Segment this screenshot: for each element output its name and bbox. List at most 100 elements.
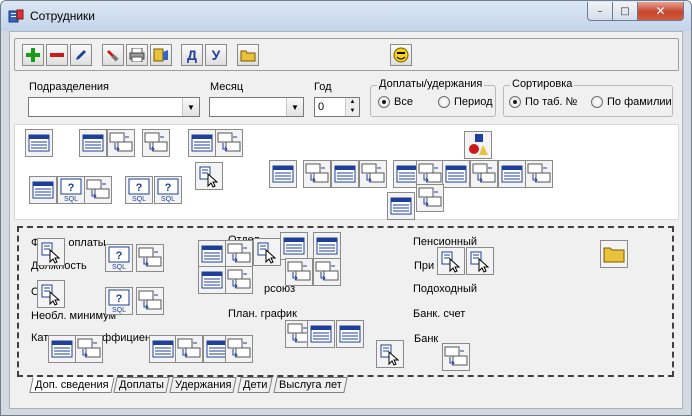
income-tax-label: Подоходный — [413, 283, 477, 295]
component-query[interactable]: ? SQL — [154, 176, 182, 204]
component-table[interactable] — [387, 192, 415, 220]
component-pointer[interactable] — [437, 247, 465, 275]
radio-label: Все — [394, 96, 413, 108]
component-folder[interactable] — [600, 240, 628, 268]
tab-label: Выслуга лет — [279, 379, 342, 391]
deductions-filter-button[interactable]: У — [205, 44, 227, 66]
data-pointer-icon — [376, 340, 404, 368]
datasource-icon — [285, 258, 313, 286]
year-spinner[interactable]: 0 ▲ ▼ — [314, 97, 360, 117]
title-bar[interactable]: Сотрудники – □ ✕ — [1, 1, 691, 31]
component-ds[interactable] — [313, 258, 341, 286]
component-pointer[interactable] — [466, 247, 494, 275]
component-table[interactable] — [498, 160, 526, 188]
component-table[interactable] — [79, 129, 107, 157]
component-table[interactable] — [313, 232, 341, 260]
component-ds[interactable] — [285, 258, 313, 286]
component-ds[interactable] — [175, 335, 203, 363]
component-ds[interactable] — [470, 160, 498, 188]
sort-group: Сортировка По таб. № По фамилии — [503, 78, 673, 117]
component-pointer[interactable] — [37, 280, 65, 308]
minimize-icon: – — [597, 5, 603, 17]
payments-radio-all[interactable]: Все — [378, 96, 413, 108]
component-table[interactable] — [307, 320, 335, 348]
department-select[interactable]: ▼ — [28, 97, 200, 117]
component-table[interactable] — [25, 129, 53, 157]
component-pointer[interactable] — [195, 162, 223, 190]
pri-label: При — [414, 260, 435, 272]
component-table[interactable] — [269, 160, 297, 188]
payments-filter-button[interactable]: Д — [181, 44, 203, 66]
table-icon — [188, 129, 216, 157]
report-button[interactable] — [150, 44, 172, 66]
component-ds[interactable] — [84, 176, 112, 204]
spinner-arrows-icon[interactable]: ▲ ▼ — [345, 98, 359, 116]
component-ds[interactable] — [107, 129, 135, 157]
smiley-button[interactable] — [390, 44, 412, 66]
component-table[interactable] — [442, 160, 470, 188]
component-shapes[interactable] — [464, 131, 492, 159]
component-ds[interactable] — [75, 335, 103, 363]
table-icon — [25, 129, 53, 157]
component-table[interactable] — [29, 176, 57, 204]
component-table[interactable] — [336, 320, 364, 348]
component-ds[interactable] — [359, 160, 387, 188]
component-query[interactable]: ? SQL — [125, 176, 153, 204]
component-ds[interactable] — [442, 343, 470, 371]
component-query[interactable]: ? SQL — [105, 244, 133, 272]
sort-radio-tabnum[interactable]: По таб. № — [509, 96, 577, 108]
component-ds[interactable] — [525, 160, 553, 188]
open-folder-button[interactable] — [237, 44, 259, 66]
component-query[interactable]: ? SQL — [57, 176, 85, 204]
close-button[interactable]: ✕ — [637, 2, 684, 21]
component-table[interactable] — [149, 335, 177, 363]
datasource-icon — [225, 335, 253, 363]
tab-1[interactable]: Доп. сведения — [29, 377, 115, 393]
datasource-icon — [303, 160, 331, 188]
component-ds[interactable] — [225, 335, 253, 363]
component-ds[interactable] — [136, 244, 164, 272]
component-table[interactable] — [48, 335, 76, 363]
add-button[interactable] — [22, 44, 44, 66]
month-select[interactable]: ▼ — [209, 97, 304, 117]
component-table[interactable] — [331, 160, 359, 188]
tab-4[interactable]: Дети — [237, 377, 274, 393]
print-button[interactable] — [126, 44, 148, 66]
sql-query-icon: ? SQL — [57, 176, 85, 204]
delete-button[interactable] — [46, 44, 68, 66]
component-ds[interactable] — [303, 160, 331, 188]
component-table[interactable] — [198, 266, 226, 294]
tab-label: Доплаты — [119, 379, 164, 391]
min-required-label: Необл. минимум — [31, 310, 117, 322]
component-table[interactable] — [280, 232, 308, 260]
component-pointer[interactable] — [376, 340, 404, 368]
minimize-button[interactable]: – — [587, 2, 613, 21]
sql-label: SQL — [161, 196, 175, 203]
component-ds[interactable] — [215, 129, 243, 157]
maximize-button[interactable]: □ — [612, 2, 638, 21]
letter-d: Д — [187, 47, 197, 63]
component-pointer[interactable] — [253, 238, 281, 266]
component-pointer[interactable] — [37, 238, 65, 266]
sort-radio-surname[interactable]: По фамилии — [591, 96, 672, 108]
payments-radio-period[interactable]: Период — [438, 96, 493, 108]
folder-icon — [240, 50, 256, 62]
component-ds[interactable] — [225, 240, 253, 268]
component-table[interactable] — [188, 129, 216, 157]
tab-5[interactable]: Выслуга лет — [273, 377, 348, 393]
edit-button[interactable] — [70, 44, 92, 66]
component-ds[interactable] — [225, 266, 253, 294]
month-label: Месяц — [210, 81, 244, 93]
sql-query-icon: ? SQL — [105, 244, 133, 272]
component-ds[interactable] — [142, 129, 170, 157]
chevron-down-icon[interactable]: ▼ — [286, 98, 303, 116]
component-table[interactable] — [198, 240, 226, 268]
component-ds[interactable] — [416, 184, 444, 212]
tab-3[interactable]: Удержания — [169, 377, 238, 393]
component-ds[interactable] — [136, 287, 164, 315]
clear-button[interactable] — [102, 44, 124, 66]
component-query[interactable]: ? SQL — [105, 287, 133, 315]
sql-label: SQL — [132, 196, 146, 203]
chevron-down-icon[interactable]: ▼ — [182, 98, 199, 116]
tab-2[interactable]: Доплаты — [113, 377, 170, 393]
